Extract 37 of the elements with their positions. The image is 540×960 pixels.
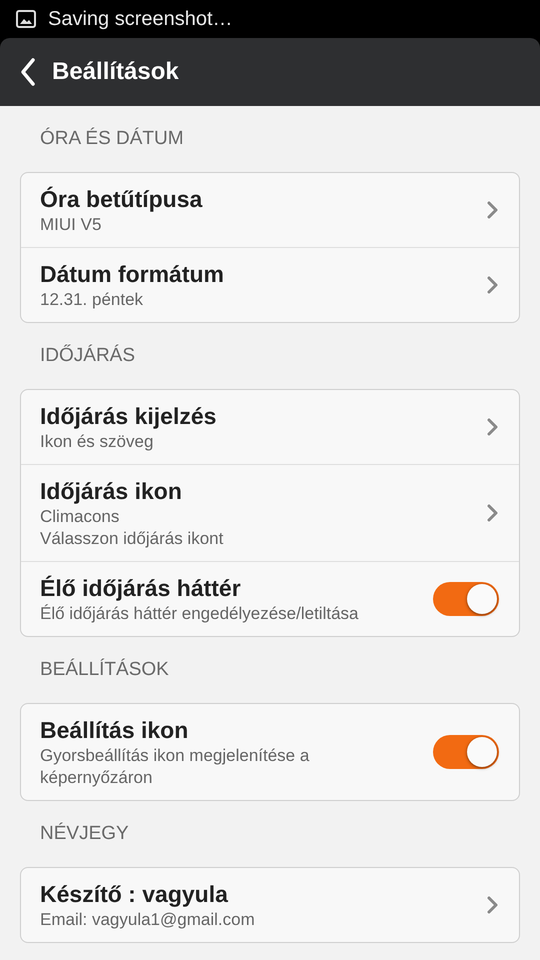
row-title: Időjárás kijelzés [40, 402, 218, 431]
row-title: Élő időjárás háttér [40, 574, 242, 603]
section-header: IDŐJÁRÁS [40, 344, 136, 368]
settings-row[interactable]: Időjárás kijelzés Ikon és szöveg [21, 390, 519, 464]
settings-row[interactable]: Időjárás ikon Climacons Válasszon időjárás ikont [21, 464, 519, 561]
status-text: Saving screenshot… [48, 7, 233, 32]
row-subtitle: Élő időjárás háttér engedélyezése/letiltása [40, 603, 360, 625]
row-subtitle: Válasszon időjárás ikont [40, 528, 224, 550]
page-title: Beállítások [52, 57, 179, 87]
row-title: Beállítás ikon [40, 716, 190, 745]
row-subtitle: Gyorsbeállítás ikon megjelenítése a képernyőzáron [40, 745, 310, 789]
settings-row[interactable]: Dátum formátum 12.31. péntek [21, 247, 519, 322]
row-subtitle: 12.31. péntek [40, 289, 144, 311]
settings-row[interactable]: Készítő : vagyula Email: vagyula1@gmail.com [21, 868, 519, 942]
section-header: BEÁLLÍTÁSOK [40, 658, 169, 682]
row-subtitle: Ikon és szöveg [40, 431, 154, 453]
row-subtitle: MIUI V5 [40, 214, 102, 236]
settings-row[interactable]: Beállítás ikon Gyorsbeállítás ikon megjelenítése a képernyőzáron [21, 704, 519, 800]
toggle-switch[interactable] [433, 735, 499, 769]
chevron-icon [487, 276, 499, 294]
section-header: ÓRA ÉS DÁTUM [40, 126, 184, 151]
toggle-switch[interactable] [433, 582, 499, 616]
back-icon[interactable] [20, 57, 36, 87]
row-title: Dátum formátum [40, 260, 226, 289]
row-title: Készítő : vagyula [40, 880, 229, 909]
chevron-icon [487, 896, 499, 914]
settings-row[interactable]: Élő időjárás háttér Élő időjárás háttér engedélyezése/letiltása [21, 561, 519, 636]
section-header: NÉVJEGY [40, 822, 129, 846]
row-subtitle: Climacons [40, 506, 120, 528]
image-icon [16, 10, 36, 28]
settings-row[interactable]: Óra betűtípusa MIUI V5 [21, 173, 519, 247]
row-title: Óra betűtípusa [40, 185, 204, 214]
chevron-icon [487, 201, 499, 219]
chevron-icon [487, 418, 499, 436]
chevron-icon [487, 504, 499, 522]
row-title: Időjárás ikon [40, 477, 183, 506]
row-subtitle: Email: vagyula1@gmail.com [40, 909, 256, 931]
